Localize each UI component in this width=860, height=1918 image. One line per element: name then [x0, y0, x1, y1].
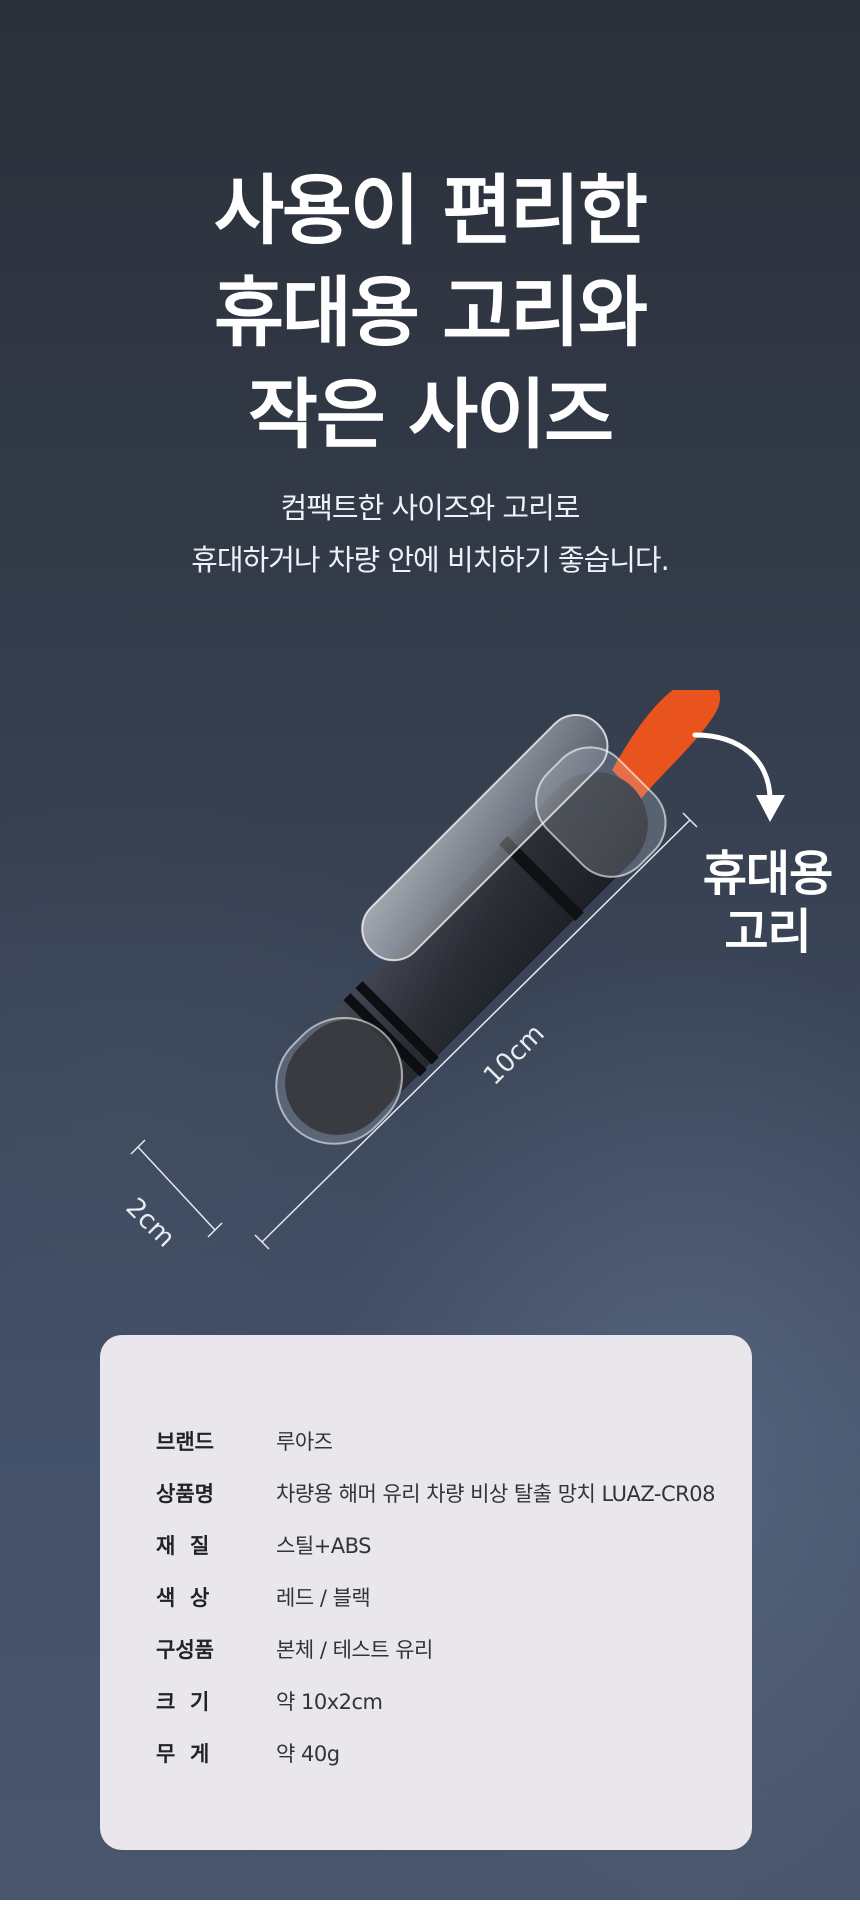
spec-row-brand: 브랜드 루아즈 — [156, 1421, 333, 1461]
spec-row-material: 재 질 스틸+ABS — [156, 1525, 371, 1565]
spec-value: 스틸+ABS — [276, 1534, 371, 1558]
spec-table: 브랜드 루아즈 상품명 차량용 해머 유리 차량 비상 탈출 망치 LUAZ-C… — [100, 1335, 752, 1850]
subtitle-line-1: 컴팩트한 사이즈와 고리로 — [280, 491, 581, 525]
spec-label: 무 게 — [156, 1742, 210, 1766]
strap-label-line-1: 휴대용 — [702, 846, 833, 902]
product-illustration — [130, 690, 785, 1250]
spec-label: 크 기 — [156, 1690, 210, 1714]
spec-row-size: 크 기 약 10x2cm — [156, 1681, 383, 1721]
strap-label: 휴대용 고리 — [680, 845, 855, 961]
spec-label: 상품명 — [156, 1482, 214, 1506]
spec-value: 루아즈 — [276, 1430, 333, 1454]
spec-label: 브랜드 — [156, 1430, 214, 1454]
spec-row-color: 색 상 레드 / 블랙 — [156, 1577, 371, 1617]
spec-value: 차량용 해머 유리 차량 비상 탈출 망치 LUAZ-CR08 — [276, 1482, 716, 1506]
headline: 사용이 편리한 휴대용 고리와 작은 사이즈 — [0, 160, 860, 466]
subtitle-line-2: 휴대하거나 차량 안에 비치하기 좋습니다. — [191, 543, 670, 577]
headline-line-3: 작은 사이즈 — [247, 370, 614, 459]
spec-row-contents: 구성품 본체 / 테스트 유리 — [156, 1629, 433, 1669]
spec-label: 구성품 — [156, 1638, 214, 1662]
spec-value: 약 10x2cm — [276, 1690, 383, 1714]
spec-label: 색 상 — [156, 1586, 210, 1610]
headline-line-1: 사용이 편리한 — [214, 166, 648, 255]
arrow-icon — [692, 732, 773, 803]
strap-label-line-2: 고리 — [724, 904, 811, 960]
spec-row-product-name: 상품명 차량용 해머 유리 차량 비상 탈출 망치 LUAZ-CR08 — [156, 1473, 716, 1513]
subtitle: 컴팩트한 사이즈와 고리로 휴대하거나 차량 안에 비치하기 좋습니다. — [0, 482, 860, 586]
bottom-strip — [0, 1900, 860, 1918]
spec-value: 약 40g — [276, 1742, 340, 1766]
spec-row-weight: 무 게 약 40g — [156, 1733, 340, 1773]
spec-value: 레드 / 블랙 — [276, 1586, 371, 1610]
spec-value: 본체 / 테스트 유리 — [276, 1638, 433, 1662]
headline-line-2: 휴대용 고리와 — [214, 268, 648, 357]
spec-label: 재 질 — [156, 1534, 210, 1558]
